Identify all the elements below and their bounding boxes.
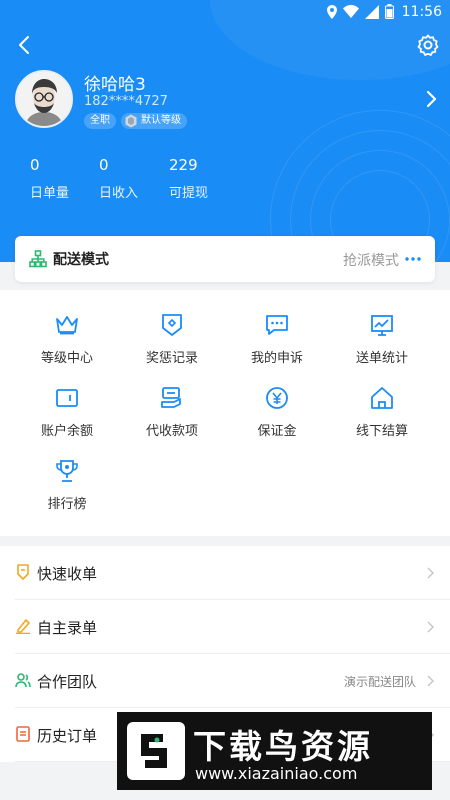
delivery-mode-value: 抢派模式	[343, 253, 399, 269]
watermark-banner: 下载鸟资源 www.xiazainiao.com	[117, 712, 432, 790]
stat-label: 日单量	[30, 186, 70, 201]
wallet-icon	[56, 389, 78, 407]
grid-item-reward-records[interactable]: 奖惩记录	[116, 312, 228, 366]
chevron-right-icon	[427, 675, 435, 687]
profile-phone: 182****4727	[84, 94, 168, 109]
org-chart-icon	[29, 250, 47, 268]
grid-item-label: 送单统计	[355, 351, 408, 366]
gear-icon	[417, 34, 439, 56]
avatar-image	[17, 72, 71, 126]
grid-item-label: 账户余额	[40, 424, 93, 439]
location-icon	[327, 4, 337, 19]
grid-item-leaderboard[interactable]: 排行榜	[11, 458, 123, 512]
grid-item-account-balance[interactable]: 账户余额	[11, 385, 123, 439]
crown-icon	[56, 316, 78, 335]
list-item-manual-entry[interactable]: 自主录单	[15, 600, 450, 654]
grid-item-offline-settlement[interactable]: 线下结算	[326, 385, 438, 439]
pen-icon	[16, 619, 30, 634]
grid-item-level-center[interactable]: 等级中心	[11, 312, 123, 366]
status-icons	[327, 4, 394, 19]
profile-name: 徐哈哈3	[84, 75, 146, 95]
message-icon	[266, 315, 288, 335]
stat-value: 0	[30, 156, 40, 174]
level-icon	[125, 114, 137, 128]
profile-detail-button[interactable]	[424, 90, 438, 108]
payment-icon	[161, 387, 181, 408]
more-dots-icon[interactable]	[405, 256, 421, 262]
quick-order-icon	[17, 564, 29, 580]
yen-coin-icon	[266, 387, 288, 409]
grid-item-label: 奖惩记录	[145, 351, 198, 366]
chevron-right-icon	[427, 567, 435, 579]
list-item-quick-order[interactable]: 快速收单	[15, 546, 450, 600]
signal-icon	[365, 4, 379, 19]
avatar[interactable]	[15, 70, 73, 128]
house-icon	[371, 387, 393, 409]
delivery-mode-card[interactable]: 配送模式 抢派模式	[15, 236, 435, 282]
status-time: 11:56	[401, 4, 442, 20]
grid-item-deposit[interactable]: 保证金	[221, 385, 333, 439]
grid-item-label: 排行榜	[47, 497, 87, 512]
team-icon	[15, 673, 31, 688]
profile-header	[0, 0, 450, 262]
grid-item-my-appeals[interactable]: 我的申诉	[221, 312, 333, 366]
shield-icon	[162, 314, 182, 336]
chart-icon	[371, 315, 393, 336]
employment-badge: 全职	[84, 113, 116, 129]
grid-item-label: 等级中心	[40, 351, 93, 366]
watermark-url: www.xiazainiao.com	[195, 764, 358, 783]
history-icon	[16, 726, 30, 742]
stat-value: 0	[99, 156, 109, 174]
wifi-icon	[343, 5, 359, 18]
list-item-value: 演示配送团队	[343, 675, 416, 689]
list-item-label: 历史订单	[37, 727, 98, 745]
grid-item-label: 保证金	[257, 424, 297, 439]
stat-label: 可提现	[169, 186, 209, 201]
grid-item-delivery-stats[interactable]: 送单统计	[326, 312, 438, 366]
stat-daily-orders[interactable]: 0 日单量	[30, 156, 69, 201]
function-grid: 等级中心 奖惩记录 我的申诉 送单统计 账户余额 代收款项 保证金 线下结算 排…	[0, 290, 450, 536]
list-item-partner-team[interactable]: 合作团队 演示配送团队	[15, 654, 450, 708]
status-bar: 11:56	[0, 0, 450, 26]
stat-label: 日收入	[99, 186, 139, 201]
bird-logo-icon	[127, 722, 185, 780]
grid-item-label: 我的申诉	[250, 351, 303, 366]
level-badge-label: 默认等级	[141, 115, 181, 126]
list-item-label: 快速收单	[37, 565, 98, 583]
chevron-left-icon	[19, 36, 29, 54]
delivery-mode-title: 配送模式	[53, 252, 109, 268]
chevron-right-icon	[426, 90, 437, 108]
settings-button[interactable]	[416, 33, 440, 57]
watermark-title: 下载鸟资源	[193, 727, 373, 766]
back-button[interactable]	[14, 34, 36, 56]
stat-daily-income[interactable]: 0 日收入	[99, 156, 138, 201]
grid-item-label: 代收款项	[145, 424, 198, 439]
chevron-right-icon	[427, 621, 435, 633]
stat-value: 229	[169, 156, 198, 174]
list-item-label: 合作团队	[37, 673, 98, 691]
list-item-label: 自主录单	[37, 619, 98, 637]
stat-withdrawable[interactable]: 229 可提现	[169, 156, 208, 201]
trophy-icon	[56, 460, 78, 482]
grid-item-label: 线下结算	[355, 424, 408, 439]
grid-item-collections[interactable]: 代收款项	[116, 385, 228, 439]
battery-icon	[385, 4, 394, 19]
level-badge: 默认等级	[121, 113, 187, 129]
